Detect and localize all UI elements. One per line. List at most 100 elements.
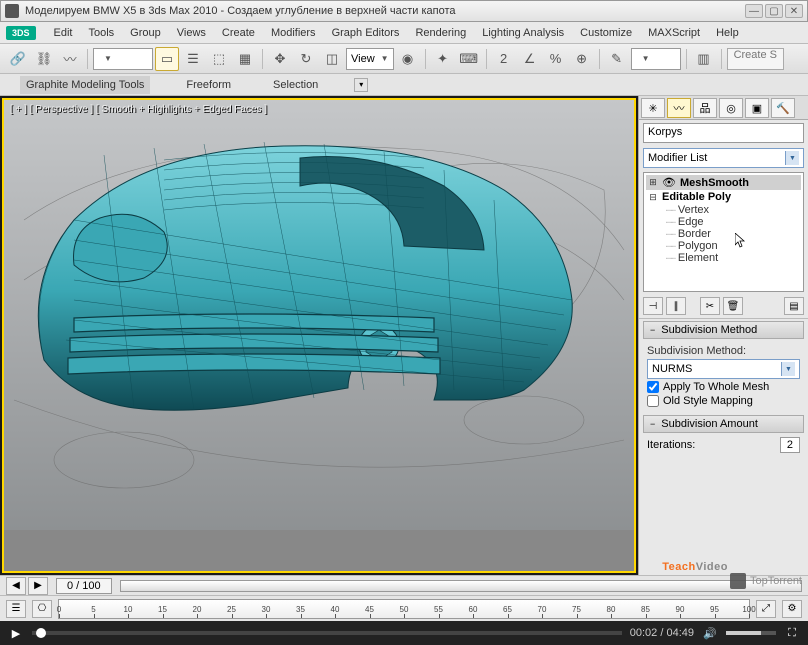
- video-scrubber[interactable]: [36, 628, 46, 638]
- mirror-icon[interactable]: ▥: [692, 47, 716, 71]
- create-panel-tab[interactable]: ✳: [641, 98, 665, 118]
- subobj-element[interactable]: Element: [646, 252, 801, 264]
- old-style-mapping-checkbox[interactable]: Old Style Mapping: [647, 395, 800, 407]
- viewport[interactable]: [ + ] [ Perspective ] [ Smooth + Highlig…: [2, 98, 636, 573]
- remove-modifier-icon[interactable]: 🗑: [723, 297, 743, 315]
- object-name-field[interactable]: Korpys: [643, 123, 804, 143]
- select-by-name-icon[interactable]: ☰: [181, 47, 205, 71]
- maximize-button[interactable]: ▢: [765, 4, 783, 18]
- named-sel-icon[interactable]: ✎: [605, 47, 629, 71]
- ribbon-tab-freeform[interactable]: Freeform: [180, 76, 237, 94]
- show-end-result-icon[interactable]: ∥: [666, 297, 686, 315]
- rectangle-select-icon[interactable]: ⬚: [207, 47, 231, 71]
- volume-icon[interactable]: 🔊: [702, 625, 718, 641]
- command-panel: ✳ 〰 品 ◎ ▣ 🔨 Korpys Modifier List▼ ⊞👁Mesh…: [638, 96, 808, 575]
- window-crossing-icon[interactable]: ▦: [233, 47, 257, 71]
- move-icon[interactable]: ✥: [268, 47, 292, 71]
- pin-stack-icon[interactable]: ⊣: [643, 297, 663, 315]
- eye-icon[interactable]: 👁: [662, 176, 676, 189]
- menu-create[interactable]: Create: [214, 24, 263, 42]
- rotate-icon[interactable]: ↻: [294, 47, 318, 71]
- menu-group[interactable]: Group: [122, 24, 169, 42]
- video-player-bar: ▶ 00:02 / 04:49 🔊 ⛶: [0, 621, 808, 645]
- snap-percent-icon[interactable]: %: [544, 47, 568, 71]
- manipulate-icon[interactable]: ✦: [431, 47, 455, 71]
- menu-maxscript[interactable]: MAXScript: [640, 24, 708, 42]
- spinner-snap-icon[interactable]: ⊕: [570, 47, 594, 71]
- content-area: [ + ] [ Perspective ] [ Smooth + Highlig…: [0, 96, 808, 575]
- unlink-icon[interactable]: ⛓: [32, 47, 56, 71]
- iterations-spinner[interactable]: 2: [780, 437, 800, 453]
- track-next-icon[interactable]: ▶: [28, 577, 48, 595]
- stack-item-editable-poly[interactable]: ⊟Editable Poly: [646, 190, 801, 204]
- display-panel-tab[interactable]: ▣: [745, 98, 769, 118]
- ribbon-bar: Graphite Modeling Tools Freeform Selecti…: [0, 74, 808, 96]
- snap-angle-icon[interactable]: ∠: [518, 47, 542, 71]
- keyboard-shortcut-icon[interactable]: ⌨: [457, 47, 481, 71]
- timeline-row: ☰ ⎔ 051015202530354045505560657075808590…: [0, 595, 808, 621]
- command-panel-tabs: ✳ 〰 品 ◎ ▣ 🔨: [639, 96, 808, 120]
- use-pivot-icon[interactable]: ◉: [396, 47, 420, 71]
- modifier-list-dropdown[interactable]: Modifier List▼: [643, 148, 804, 168]
- subobj-edge[interactable]: Edge: [646, 216, 801, 228]
- fullscreen-icon[interactable]: ⛶: [784, 625, 800, 641]
- modifier-stack[interactable]: ⊞👁MeshSmooth ⊟Editable Poly Vertex Edge …: [643, 172, 804, 292]
- subdiv-method-label: Subdivision Method:: [647, 345, 800, 357]
- motion-panel-tab[interactable]: ◎: [719, 98, 743, 118]
- menu-rendering[interactable]: Rendering: [407, 24, 474, 42]
- ref-coord-dropdown[interactable]: View▼: [346, 48, 394, 70]
- rollout-subdivision-method[interactable]: −Subdivision Method: [643, 321, 804, 339]
- time-slider[interactable]: [120, 580, 802, 592]
- select-object-icon[interactable]: ▭: [155, 47, 179, 71]
- scale-icon[interactable]: ◫: [320, 47, 344, 71]
- selection-filter-dropdown[interactable]: ▼: [93, 48, 153, 70]
- subdiv-method-dropdown[interactable]: NURMS▼: [647, 359, 800, 379]
- close-button[interactable]: ✕: [785, 4, 803, 18]
- create-selection-set-button[interactable]: Create S: [727, 48, 784, 70]
- play-button[interactable]: ▶: [8, 625, 24, 641]
- window-title: Моделируем BMW X5 в 3ds Max 2010 - Созда…: [25, 5, 743, 17]
- subobj-polygon[interactable]: Polygon: [646, 240, 801, 252]
- modify-panel-tab[interactable]: 〰: [667, 98, 691, 118]
- zoom-region-icon[interactable]: ⤢: [756, 600, 776, 618]
- snap-2d-icon[interactable]: 2: [492, 47, 516, 71]
- wave-icon[interactable]: 〰: [58, 47, 82, 71]
- stack-tools: ⊣ ∥ ✂ 🗑 ▤: [639, 294, 808, 319]
- iterations-label: Iterations:: [647, 439, 695, 451]
- window-titlebar: Моделируем BMW X5 в 3ds Max 2010 - Созда…: [0, 0, 808, 22]
- menu-views[interactable]: Views: [169, 24, 214, 42]
- menu-help[interactable]: Help: [708, 24, 747, 42]
- set-key-icon[interactable]: ⎔: [32, 600, 52, 618]
- menu-lighting-analysis[interactable]: Lighting Analysis: [474, 24, 572, 42]
- ribbon-expand-icon[interactable]: ▾: [354, 78, 368, 92]
- menu-tools[interactable]: Tools: [80, 24, 122, 42]
- viewport-label[interactable]: [ + ] [ Perspective ] [ Smooth + Highlig…: [10, 104, 267, 115]
- stack-item-meshsmooth[interactable]: ⊞👁MeshSmooth: [646, 175, 801, 190]
- volume-slider[interactable]: [726, 631, 776, 635]
- menu-customize[interactable]: Customize: [572, 24, 640, 42]
- subobj-border[interactable]: Border: [646, 228, 801, 240]
- teachvideo-watermark: TeachVideo: [662, 559, 728, 573]
- ribbon-tab-graphite[interactable]: Graphite Modeling Tools: [20, 76, 150, 94]
- rollout-subdivision-amount[interactable]: −Subdivision Amount: [643, 415, 804, 433]
- app-logo[interactable]: 3DS: [6, 26, 36, 40]
- named-sel-dropdown[interactable]: ▼: [631, 48, 681, 70]
- minimize-button[interactable]: —: [745, 4, 763, 18]
- menu-graph-editors[interactable]: Graph Editors: [324, 24, 408, 42]
- hierarchy-panel-tab[interactable]: 品: [693, 98, 717, 118]
- main-toolbar: 🔗 ⛓ 〰 ▼ ▭ ☰ ⬚ ▦ ✥ ↻ ◫ View▼ ◉ ✦ ⌨ 2 ∠ % …: [0, 44, 808, 74]
- timeline-menu-icon[interactable]: ☰: [6, 600, 26, 618]
- configure-sets-icon[interactable]: ▤: [784, 297, 804, 315]
- timeline-ruler[interactable]: 0510152025303540455055606570758085909510…: [58, 599, 750, 619]
- make-unique-icon[interactable]: ✂: [700, 297, 720, 315]
- apply-whole-mesh-checkbox[interactable]: Apply To Whole Mesh: [647, 381, 800, 393]
- link-icon[interactable]: 🔗: [6, 47, 30, 71]
- utilities-panel-tab[interactable]: 🔨: [771, 98, 795, 118]
- ribbon-tab-selection[interactable]: Selection: [267, 76, 324, 94]
- timeline-config-icon[interactable]: ⚙: [782, 600, 802, 618]
- menu-modifiers[interactable]: Modifiers: [263, 24, 324, 42]
- menu-edit[interactable]: Edit: [46, 24, 81, 42]
- video-progress-bar[interactable]: [32, 631, 622, 635]
- subobj-vertex[interactable]: Vertex: [646, 204, 801, 216]
- track-prev-icon[interactable]: ◀: [6, 577, 26, 595]
